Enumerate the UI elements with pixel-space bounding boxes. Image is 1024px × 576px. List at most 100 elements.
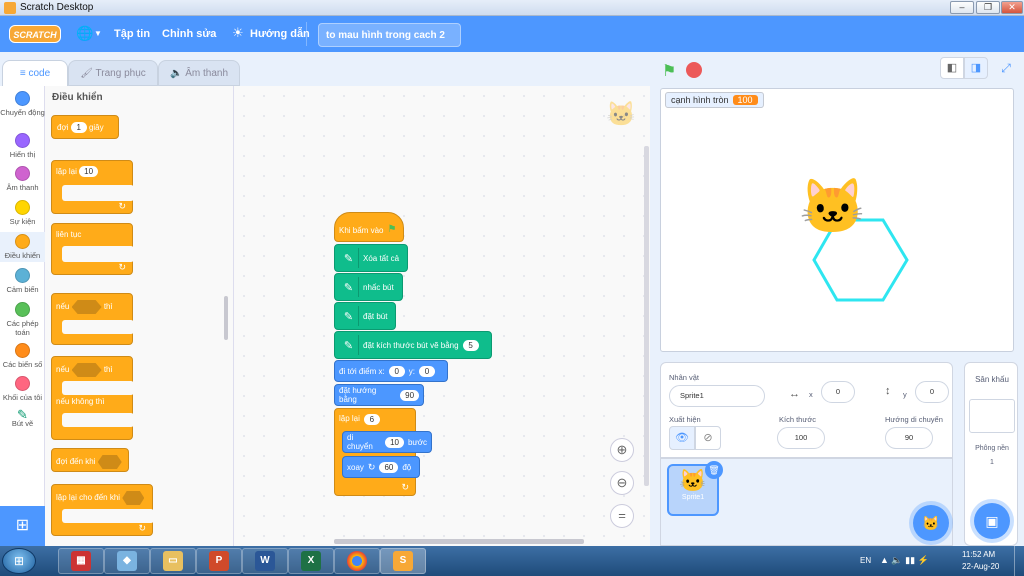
- direction-input[interactable]: 90: [885, 427, 933, 449]
- y-input[interactable]: 0: [915, 381, 949, 403]
- start-button[interactable]: ⊞: [2, 548, 36, 574]
- taskbar-powerpoint[interactable]: P: [196, 548, 242, 574]
- boolean-slot[interactable]: [122, 491, 145, 505]
- stop-icon[interactable]: [686, 62, 702, 78]
- taskbar-excel[interactable]: X: [288, 548, 334, 574]
- tray-icons[interactable]: ▲ 🔈 ▮▮ ⚡: [880, 555, 929, 566]
- block-erase-all[interactable]: ✎ Xóa tất cả: [334, 244, 408, 272]
- block-forever[interactable]: liên tục ↻: [51, 223, 134, 275]
- x-input[interactable]: 0: [821, 381, 855, 403]
- category-pen[interactable]: ✎ Bút vẽ: [0, 408, 45, 428]
- boolean-slot[interactable]: [71, 363, 102, 377]
- block-turn-degrees[interactable]: xoay ↻ 60 độ: [342, 456, 420, 478]
- add-backdrop-button[interactable]: ▣: [974, 503, 1010, 539]
- category-label: Các phép toán: [6, 319, 39, 337]
- taskbar-chrome[interactable]: [334, 548, 380, 574]
- globe-icon[interactable]: 🌐: [76, 25, 93, 42]
- workspace-vscrollbar[interactable]: [644, 146, 649, 486]
- scratch-logo[interactable]: SCRATCH: [9, 25, 61, 43]
- tab-costumes[interactable]: 🖌 Trang phục: [68, 60, 158, 86]
- block-if-else[interactable]: nếu thì nếu không thì: [51, 356, 134, 440]
- block-input[interactable]: 1: [70, 122, 87, 133]
- block-input[interactable]: 0: [418, 365, 435, 377]
- menu-edit[interactable]: Chỉnh sửa: [162, 28, 216, 40]
- script-workspace[interactable]: 🐱 Khi bấm vào ⚑ ✎ Xóa tất cả ✎ nhấc bút ✎ đ…: [234, 86, 650, 546]
- block-label: nếu: [56, 302, 70, 312]
- menu-file[interactable]: Tập tin: [114, 28, 150, 40]
- block-input[interactable]: 0: [388, 365, 405, 377]
- sprite-name-input[interactable]: Sprite1: [669, 385, 765, 407]
- category-sound[interactable]: Âm thanh: [0, 166, 45, 192]
- block-input[interactable]: 90: [400, 389, 419, 401]
- clock-date[interactable]: 22-Aug-20: [962, 562, 999, 571]
- block-move-steps[interactable]: di chuyển 10 bước: [342, 431, 432, 453]
- category-control[interactable]: Điều khiển: [0, 232, 45, 262]
- add-extension-button[interactable]: ⊞: [0, 506, 45, 546]
- block-repeat[interactable]: lặp lại 10 ↻: [51, 160, 134, 214]
- block-wait-until[interactable]: đợi đến khi: [51, 448, 129, 472]
- add-sprite-button[interactable]: 🐱: [913, 505, 949, 541]
- block-input[interactable]: 10: [385, 436, 404, 448]
- small-stage-button[interactable]: ◧: [940, 57, 964, 79]
- block-set-pen-size[interactable]: ✎ đặt kích thước bút vẽ bằng 5: [334, 331, 492, 359]
- stage-selector[interactable]: Sân khấu Phông nền 1 ▣: [964, 362, 1018, 546]
- category-sensing[interactable]: Cảm biến: [0, 268, 45, 294]
- block-wait[interactable]: đợi 1 giây: [51, 115, 119, 139]
- minimize-button[interactable]: –: [950, 1, 974, 14]
- boolean-slot[interactable]: [71, 300, 102, 314]
- clock-time[interactable]: 11:52 AM: [962, 550, 995, 559]
- tab-sounds[interactable]: 🔈 Âm thanh: [158, 60, 240, 86]
- delete-sprite-icon[interactable]: 🗑: [705, 461, 723, 479]
- zoom-reset-button[interactable]: =: [610, 504, 634, 528]
- stage-canvas[interactable]: cạnh hình tròn 100 🐱: [660, 88, 1014, 352]
- green-flag-icon[interactable]: ⚑: [662, 61, 676, 81]
- taskbar-scratch[interactable]: S: [380, 548, 426, 574]
- block-input[interactable]: 10: [79, 166, 99, 177]
- taskbar-app-2[interactable]: ◆: [104, 548, 150, 574]
- project-title-input[interactable]: to mau hình trong cach 2: [318, 23, 461, 47]
- category-variables[interactable]: Các biến số: [0, 343, 45, 369]
- boolean-slot[interactable]: [97, 455, 122, 469]
- block-pen-up[interactable]: ✎ nhấc bút: [334, 273, 403, 301]
- palette-scrollbar[interactable]: [224, 296, 228, 340]
- block-repeat-until[interactable]: lặp lại cho đến khi ↻: [51, 484, 154, 536]
- zoom-out-button[interactable]: ⊖: [610, 471, 634, 495]
- block-goto-xy[interactable]: đi tới điểm x: 0 y: 0: [334, 360, 448, 382]
- show-label: Xuất hiện: [669, 415, 701, 424]
- category-operators[interactable]: Các phép toán: [0, 302, 45, 337]
- eye-slash-icon: ⊘: [703, 432, 713, 444]
- block-input[interactable]: 5: [462, 339, 479, 351]
- category-motion[interactable]: Chuyển động: [0, 91, 45, 117]
- block-input[interactable]: 60: [379, 461, 399, 473]
- category-my-blocks[interactable]: Khối của tôi: [0, 376, 45, 402]
- fullscreen-icon[interactable]: ⤢: [995, 57, 1017, 79]
- category-label: Sự kiện: [9, 217, 36, 226]
- block-when-flag-clicked[interactable]: Khi bấm vào ⚑: [334, 212, 404, 242]
- x-arrows-icon: ↔: [789, 388, 800, 400]
- taskbar-app-1[interactable]: ▦: [58, 548, 104, 574]
- category-dot: [15, 376, 30, 391]
- block-pen-down[interactable]: ✎ đặt bút: [334, 302, 396, 330]
- taskbar-word[interactable]: W: [242, 548, 288, 574]
- language-indicator[interactable]: EN: [860, 556, 871, 565]
- category-events[interactable]: Sự kiện: [0, 200, 45, 226]
- zoom-in-button[interactable]: ⊕: [610, 438, 634, 462]
- hide-sprite-button[interactable]: ⊘: [695, 426, 721, 450]
- size-input[interactable]: 100: [777, 427, 825, 449]
- category-looks[interactable]: Hiển thị: [0, 133, 45, 159]
- block-if[interactable]: nếu thì: [51, 293, 134, 345]
- show-desktop-button[interactable]: [1014, 546, 1024, 576]
- large-stage-button[interactable]: ◨: [964, 57, 988, 79]
- block-input[interactable]: 6: [363, 414, 380, 425]
- workspace-hscrollbar[interactable]: [334, 539, 584, 544]
- cat-sprite[interactable]: 🐱: [799, 177, 866, 237]
- show-sprite-button[interactable]: 👁: [669, 426, 695, 450]
- menu-tutorials[interactable]: Hướng dẫn: [250, 28, 310, 40]
- tab-code[interactable]: ≡ code: [2, 60, 68, 86]
- taskbar-explorer[interactable]: ▭: [150, 548, 196, 574]
- block-point-direction[interactable]: đặt hướng bằng 90: [334, 384, 424, 406]
- backdrop-thumbnail[interactable]: [969, 399, 1015, 433]
- block-label: thì: [103, 365, 113, 375]
- close-button[interactable]: ✕: [1001, 1, 1023, 14]
- restore-button[interactable]: ❐: [976, 1, 1000, 14]
